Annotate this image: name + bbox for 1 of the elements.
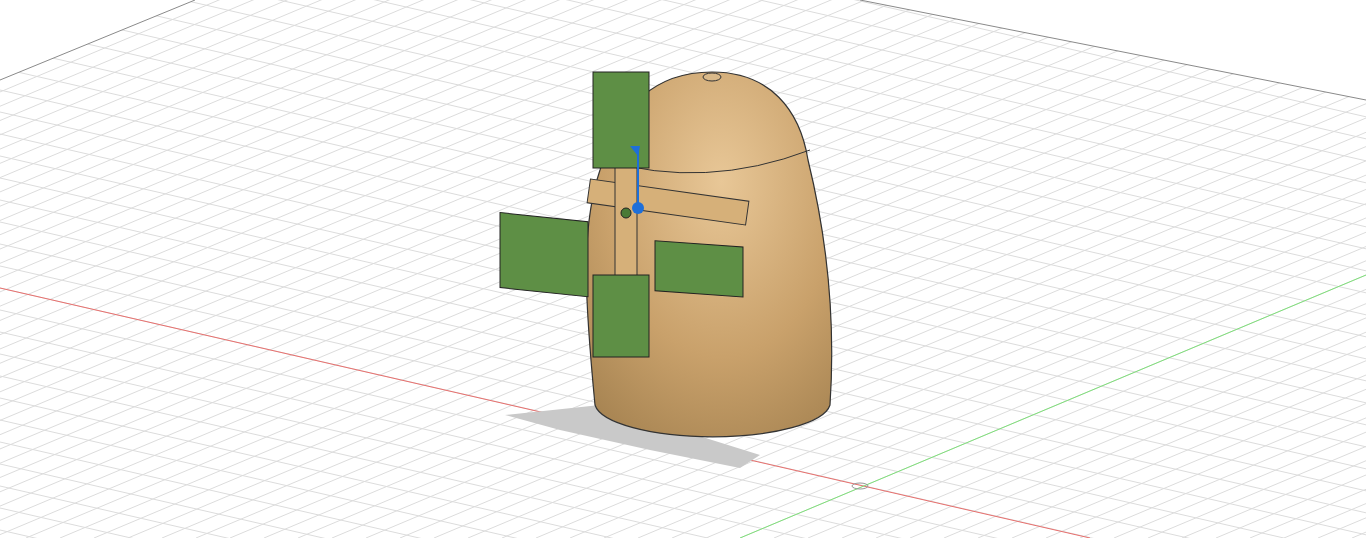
origin-icon	[851, 482, 869, 490]
